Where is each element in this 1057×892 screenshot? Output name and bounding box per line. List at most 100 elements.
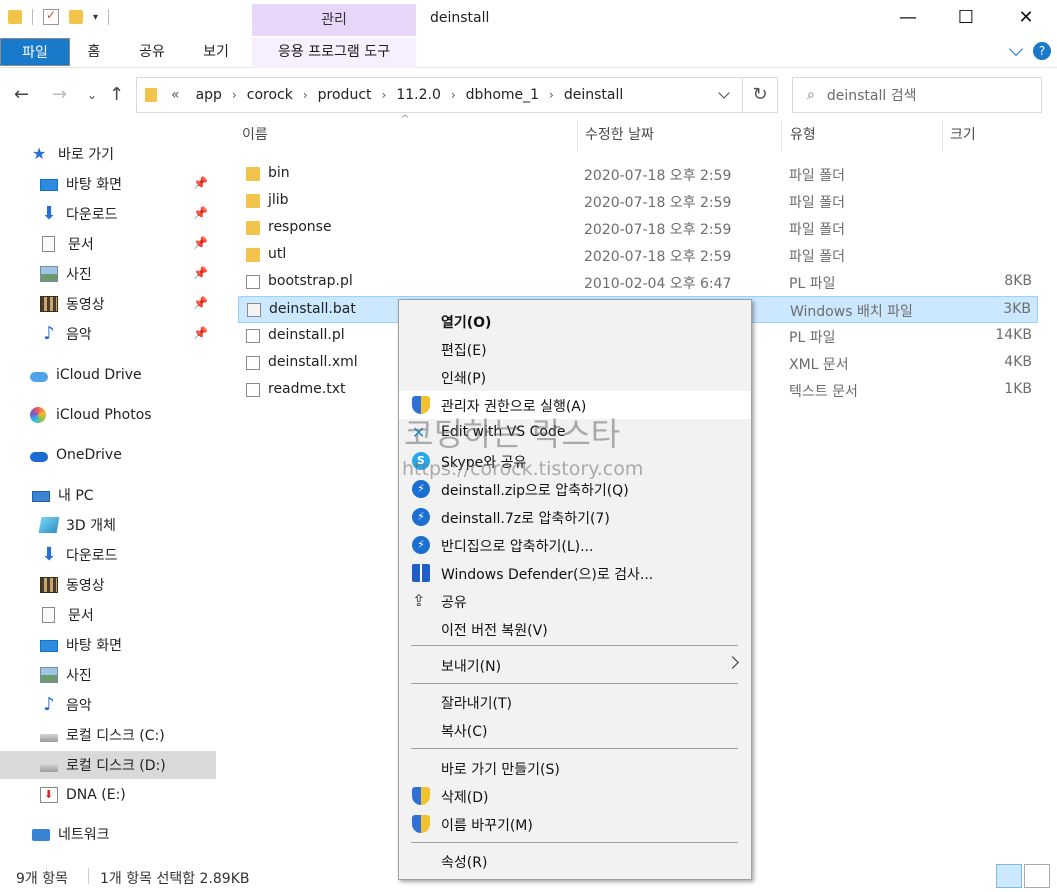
nav-pc-downloads[interactable]: ⬇ 다운로드 <box>0 541 216 569</box>
nav-pictures[interactable]: 사진 📌 <box>0 260 216 288</box>
nav-drive-c[interactable]: 로컬 디스크 (C:) <box>0 721 216 749</box>
nav-documents[interactable]: 문서 📌 <box>0 230 216 258</box>
column-divider[interactable] <box>577 120 578 152</box>
menu-delete[interactable]: 삭제(D) <box>399 782 751 810</box>
tab-view[interactable]: 보기 <box>194 38 238 66</box>
column-header-name[interactable]: 이름 <box>242 118 572 152</box>
customize-toolbar-icon[interactable]: ▾ <box>93 12 98 23</box>
breadcrumb-dbhome[interactable]: dbhome_1 <box>456 87 549 103</box>
menu-cut[interactable]: 잘라내기(T) <box>399 688 751 716</box>
breadcrumb-version[interactable]: 11.2.0 <box>386 87 451 103</box>
nav-pc-pictures[interactable]: 사진 <box>0 661 216 689</box>
file-row[interactable]: utl 2020-07-18 오후 2:59 파일 폴더 <box>238 242 1038 269</box>
column-header-date[interactable]: 수정한 날짜 <box>585 118 775 152</box>
column-divider[interactable] <box>781 120 782 152</box>
back-arrow-icon[interactable]: ← <box>14 84 29 105</box>
file-row[interactable]: response 2020-07-18 오후 2:59 파일 폴더 <box>238 215 1038 242</box>
nav-desktop[interactable]: 바탕 화면 📌 <box>0 170 216 198</box>
nav-pc-videos[interactable]: 동영상 <box>0 571 216 599</box>
text-file-icon <box>246 383 260 397</box>
nav-pc-desktop[interactable]: 바탕 화면 <box>0 631 216 659</box>
nav-this-pc[interactable]: 내 PC <box>0 481 216 509</box>
tab-share[interactable]: 공유 <box>130 38 174 66</box>
menu-properties[interactable]: 속성(R) <box>399 847 751 875</box>
nav-icloud-photos[interactable]: iCloud Photos <box>0 401 216 429</box>
pin-icon[interactable]: 📌 <box>193 206 208 220</box>
tab-home[interactable]: 홈 <box>76 38 112 66</box>
breadcrumb-product[interactable]: product <box>308 87 382 103</box>
menu-edit[interactable]: 편집(E) <box>399 335 751 363</box>
pin-icon[interactable]: 📌 <box>193 326 208 340</box>
nav-onedrive[interactable]: OneDrive <box>0 441 216 469</box>
breadcrumb-app[interactable]: app <box>186 87 232 103</box>
menu-share[interactable]: ⇪ 공유 <box>399 587 751 615</box>
recent-locations-icon[interactable]: ⌄ <box>87 88 97 102</box>
refresh-button[interactable]: ↻ <box>742 77 778 113</box>
menu-label: 열기(O) <box>441 315 492 331</box>
address-bar[interactable]: « app › corock › product › 11.2.0 › dbhome_1… <box>136 77 743 113</box>
minimize-button[interactable]: — <box>880 0 936 36</box>
nav-3d-objects[interactable]: 3D 개체 <box>0 511 216 539</box>
download-icon: ⬇ <box>41 544 57 565</box>
column-divider[interactable] <box>942 120 943 152</box>
tab-file[interactable]: 파일 <box>0 38 70 66</box>
menu-defender-scan[interactable]: Windows Defender(으)로 검사... <box>399 559 751 587</box>
breadcrumb-deinstall[interactable]: deinstall <box>554 87 633 103</box>
expand-ribbon-icon[interactable] <box>1008 41 1024 57</box>
forward-arrow-icon[interactable]: → <box>52 84 67 105</box>
menu-edit-vscode[interactable]: ✕ Edit with VS Code <box>399 419 751 447</box>
nav-music[interactable]: ♪ 음악 📌 <box>0 320 216 348</box>
menu-copy[interactable]: 복사(C) <box>399 716 751 744</box>
column-header-type[interactable]: 유형 <box>790 118 935 152</box>
menu-print[interactable]: 인쇄(P) <box>399 363 751 391</box>
nav-pc-music[interactable]: ♪ 음악 <box>0 691 216 719</box>
menu-label: 관리자 권한으로 실행(A) <box>441 399 587 415</box>
nav-drive-e[interactable]: DNA (E:) <box>0 781 216 809</box>
large-icons-view-icon[interactable] <box>1024 864 1050 888</box>
context-tab-manage[interactable]: 관리 <box>252 4 416 36</box>
menu-send-to[interactable]: 보내기(N) <box>399 651 751 679</box>
help-icon[interactable]: ? <box>1033 42 1051 60</box>
nav-quick-access[interactable]: ★ 바로 가기 <box>0 140 216 168</box>
menu-share-skype[interactable]: S Skype와 공유 <box>399 447 751 475</box>
cloud-icon <box>30 371 48 382</box>
close-button[interactable]: ✕ <box>998 0 1054 36</box>
new-folder-icon[interactable] <box>69 10 83 24</box>
nav-label: iCloud Drive <box>56 367 142 383</box>
nav-icloud-drive[interactable]: iCloud Drive <box>0 361 216 389</box>
details-view-icon[interactable] <box>996 864 1022 888</box>
file-row[interactable]: bootstrap.pl 2010-02-04 오후 6:47 PL 파일 8K… <box>238 269 1038 296</box>
nav-network[interactable]: 네트워크 <box>0 820 216 848</box>
file-row[interactable]: jlib 2020-07-18 오후 2:59 파일 폴더 <box>238 188 1038 215</box>
star-icon: ★ <box>32 144 47 163</box>
menu-restore-versions[interactable]: 이전 버전 복원(V) <box>399 615 751 643</box>
maximize-button[interactable]: ☐ <box>938 0 994 36</box>
menu-compress-zip[interactable]: ⚡ deinstall.zip으로 압축하기(Q) <box>399 475 751 503</box>
menu-run-as-admin[interactable]: 관리자 권한으로 실행(A) <box>399 391 751 419</box>
menu-create-shortcut[interactable]: 바로 가기 만들기(S) <box>399 754 751 782</box>
nav-videos[interactable]: 동영상 📌 <box>0 290 216 318</box>
nav-drive-d[interactable]: 로컬 디스크 (D:) <box>0 751 216 779</box>
column-header-size[interactable]: 크기 <box>950 118 1030 152</box>
nav-pc-documents[interactable]: 문서 <box>0 601 216 629</box>
pin-icon[interactable]: 📌 <box>193 266 208 280</box>
up-arrow-icon[interactable]: ↑ <box>109 84 124 105</box>
pin-icon[interactable]: 📌 <box>193 296 208 310</box>
tab-app-tools[interactable]: 응용 프로그램 도구 <box>252 38 416 68</box>
nav-downloads[interactable]: ⬇ 다운로드 📌 <box>0 200 216 228</box>
pin-icon[interactable]: 📌 <box>193 236 208 250</box>
file-row[interactable]: bin 2020-07-18 오후 2:59 파일 폴더 <box>238 161 1038 188</box>
file-icon <box>246 275 260 289</box>
menu-rename[interactable]: 이름 바꾸기(M) <box>399 810 751 838</box>
overflow-breadcrumb[interactable]: « <box>157 87 186 103</box>
search-input[interactable]: ⌕ deinstall 검색 <box>792 77 1042 113</box>
menu-compress-bandizip[interactable]: ⚡ 반디집으로 압축하기(L)... <box>399 531 751 559</box>
address-dropdown-icon[interactable] <box>718 87 730 99</box>
properties-icon[interactable] <box>43 8 59 25</box>
breadcrumb-corock[interactable]: corock <box>237 87 303 103</box>
folder-icon[interactable] <box>8 10 22 24</box>
menu-compress-7z[interactable]: ⚡ deinstall.7z로 압축하기(7) <box>399 503 751 531</box>
file-icon <box>246 329 260 343</box>
pin-icon[interactable]: 📌 <box>193 176 208 190</box>
menu-open[interactable]: 열기(O) <box>399 307 751 335</box>
